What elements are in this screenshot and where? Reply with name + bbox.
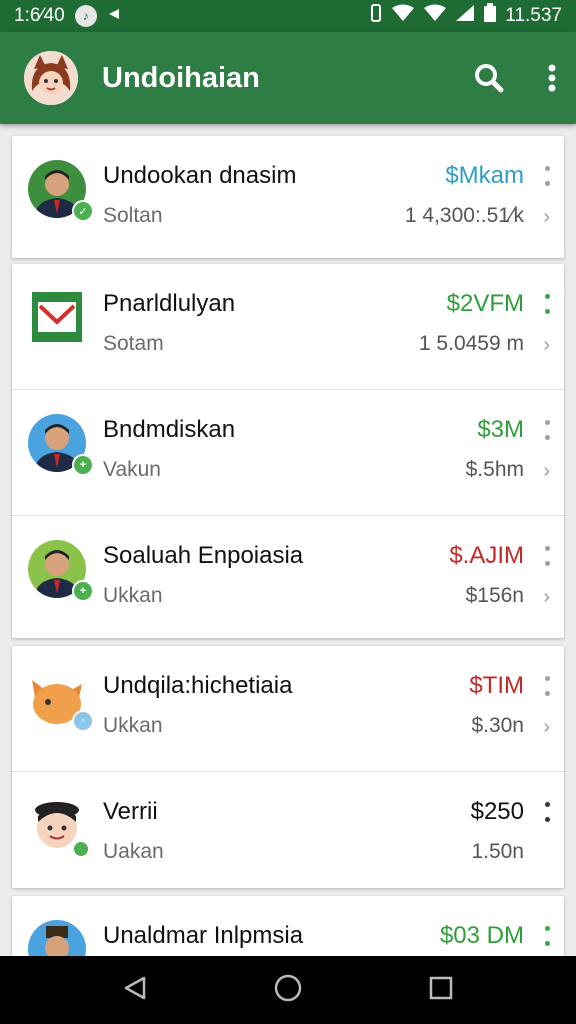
home-icon[interactable] [273, 973, 303, 1008]
item-title: Undookan dnasim [103, 162, 297, 189]
item-menu-icon[interactable] [544, 294, 550, 314]
item-subtitle: Uakan [103, 840, 164, 863]
item-amount: $.AJIM [449, 542, 524, 569]
item-title: Undqila:hichetiaia [103, 672, 293, 699]
item-menu-icon[interactable] [544, 802, 550, 822]
item-title: Pnarldlulyan [103, 290, 236, 317]
item-menu-icon[interactable] [544, 420, 550, 440]
item-subtitle: Vakun [103, 458, 161, 481]
globe-badge-icon: ◦ [72, 710, 94, 732]
item-title: Verrii [103, 798, 158, 825]
app-title: Undoihaian [102, 61, 260, 94]
item-amount: $03 DM [439, 922, 524, 949]
avatar-wrap: ◦ [28, 670, 94, 732]
item-subtitle: Soltan [103, 204, 163, 227]
battery-icon [483, 3, 497, 29]
list-item[interactable]: Pnarldlulyan Sotam $2VFM 1 5.0459 m › [12, 264, 564, 390]
status-clock: 11.537 [505, 5, 562, 26]
item-amount: $TIM [469, 672, 524, 699]
item-amount: $250 [470, 798, 524, 825]
app-bar: Undoihaian [0, 32, 576, 124]
item-menu-icon[interactable] [544, 676, 550, 696]
item-value: 1 4,300:.51⁄k [404, 204, 524, 227]
overflow-menu-icon[interactable] [548, 64, 556, 92]
card: Unaldmar Inlpmsia $03 DM [12, 896, 564, 956]
avatar-wrap: + [28, 540, 94, 602]
chevron-right-icon: › [543, 716, 550, 738]
man-hat-avatar [28, 920, 86, 956]
item-subtitle: Ukkan [103, 584, 163, 607]
list-item[interactable]: Verrii Uakan $250 1.50n [12, 772, 564, 898]
profile-avatar[interactable] [24, 51, 78, 105]
signal-wifi-icon [423, 4, 447, 28]
status-bar: 1:6⁄40 ♪ 11.537 [0, 0, 576, 32]
item-menu-icon[interactable] [544, 166, 550, 186]
list-item[interactable]: + Soaluah Enpoiasia Ukkan $.AJIM $156n › [12, 516, 564, 642]
card: Pnarldlulyan Sotam $2VFM 1 5.0459 m › + … [12, 264, 564, 638]
plus-badge-icon: + [72, 580, 94, 602]
item-amount: $2VFM [446, 290, 524, 317]
back-icon[interactable] [122, 975, 148, 1006]
item-title: Soaluah Enpoiasia [103, 542, 304, 569]
send-notification-icon [107, 5, 121, 27]
account-list: ✓ Undookan dnasim Soltan $Mkam 1 4,300:.… [0, 124, 576, 956]
item-amount: $3M [477, 416, 524, 443]
music-notification-icon: ♪ [74, 5, 97, 27]
item-menu-icon[interactable] [544, 926, 550, 946]
item-value: $.30n [471, 714, 524, 737]
chevron-right-icon: › [543, 460, 550, 482]
chevron-right-icon: › [543, 206, 550, 228]
item-value: 1 5.0459 m [418, 332, 524, 355]
item-title: Unaldmar Inlpmsia [103, 922, 304, 949]
cell-signal-icon [455, 4, 475, 28]
card: ✓ Undookan dnasim Soltan $Mkam 1 4,300:.… [12, 136, 564, 258]
online-dot-icon [72, 840, 90, 858]
item-title: Bndmdiskan [103, 416, 236, 443]
list-item[interactable]: ◦ Undqila:hichetiaia Ukkan $TIM $.30n › [12, 646, 564, 772]
gmail-envelope-icon [28, 288, 86, 346]
item-menu-icon[interactable] [544, 546, 550, 566]
avatar-wrap [28, 796, 90, 858]
item-value: $156n [465, 584, 524, 607]
list-item[interactable]: Unaldmar Inlpmsia $03 DM [12, 896, 564, 956]
status-time: 1:6⁄40 [14, 5, 65, 26]
avatar-wrap: + [28, 414, 94, 476]
chevron-right-icon: › [543, 586, 550, 608]
card: ◦ Undqila:hichetiaia Ukkan $TIM $.30n › … [12, 646, 564, 888]
vibrate-icon [369, 4, 383, 28]
avatar-wrap: ✓ [28, 160, 94, 222]
search-icon[interactable] [474, 63, 504, 93]
avatar-wrap [28, 288, 88, 348]
avatar-wrap [28, 920, 88, 956]
item-value: 1.50n [471, 840, 524, 863]
chevron-right-icon: › [543, 334, 550, 356]
system-nav-bar [0, 956, 576, 1024]
check-badge-icon: ✓ [72, 200, 94, 222]
list-item[interactable]: + Bndmdiskan Vakun $3M $.5hm › [12, 390, 564, 516]
item-subtitle: Sotam [103, 332, 164, 355]
wifi-icon [391, 4, 415, 28]
item-amount: $Mkam [445, 162, 524, 189]
plus-badge-icon: + [72, 454, 94, 476]
item-value: $.5hm [465, 458, 524, 481]
item-subtitle: Ukkan [103, 714, 163, 737]
list-item[interactable]: ✓ Undookan dnasim Soltan $Mkam 1 4,300:.… [12, 136, 564, 258]
recents-icon[interactable] [428, 975, 454, 1006]
